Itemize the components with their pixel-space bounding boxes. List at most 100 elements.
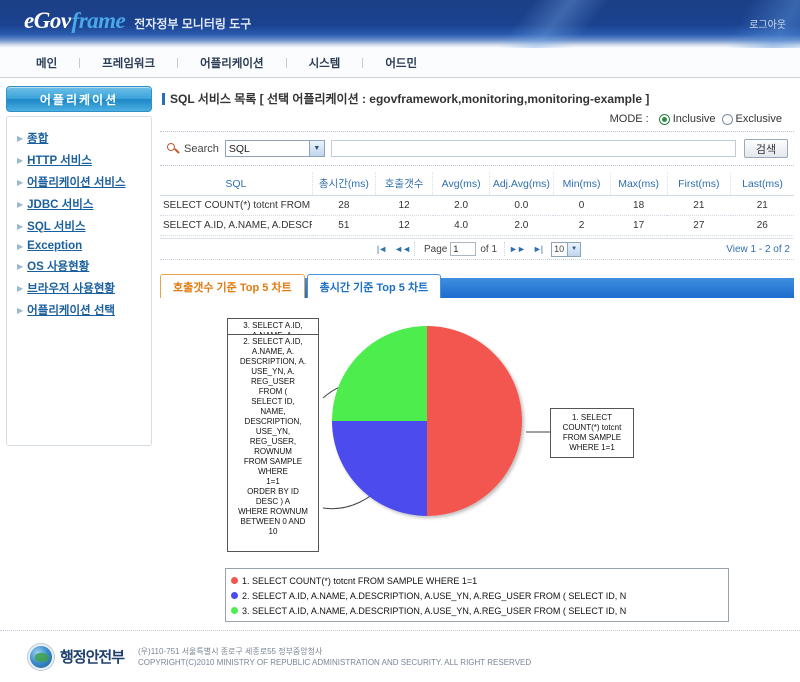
sidebar-item-http-service[interactable]: ▶ HTTP 서비스 xyxy=(13,149,145,171)
column-header-min[interactable]: Min(ms) xyxy=(553,172,610,196)
cell-max: 18 xyxy=(610,196,667,216)
legend-label: 2. SELECT A.ID, A.NAME, A.DESCRIPTION, A… xyxy=(242,591,626,601)
site-logo[interactable]: eGov frame 전자정부 모니터링 도구 xyxy=(24,8,251,34)
government-emblem-icon xyxy=(28,644,54,670)
search-button[interactable]: 검색 xyxy=(744,139,788,158)
search-label: Search xyxy=(184,143,219,155)
cell-sql: SELECT A.ID, A.NAME, A.DESCRIPTI xyxy=(160,216,312,236)
search-icon-handle xyxy=(174,148,179,153)
chart-tabs: 호출갯수 기준 Top 5 차트 총시간 기준 Top 5 차트 xyxy=(160,274,794,298)
sidebar-item-browser-usage[interactable]: ▶ 브라우저 사용현황 xyxy=(13,277,145,299)
radio-inclusive[interactable] xyxy=(659,114,670,125)
tab-top5-by-total-time[interactable]: 총시간 기준 Top 5 차트 xyxy=(307,274,442,298)
table-header-row: SQL 총시간(ms) 호출갯수 Avg(ms) Adj.Avg(ms) Min… xyxy=(160,172,794,196)
nav-item-application[interactable]: 어플리케이션 xyxy=(178,55,285,71)
search-input[interactable] xyxy=(331,140,736,157)
page-input-group: Page of 1 xyxy=(414,242,505,256)
cell-min: 0 xyxy=(553,196,610,216)
pie-callout-slice-1: 1. SELECT COUNT(*) totcnt FROM SAMPLE WH… xyxy=(550,408,634,458)
logout-link[interactable]: 로그아웃 xyxy=(749,16,786,31)
page-number-input[interactable] xyxy=(450,242,476,256)
logo-text-egov: eGov xyxy=(24,8,71,34)
sidebar-menu: ▶ 종합 ▶ HTTP 서비스 ▶ 어플리케이션 서비스 ▶ JDBC 서비스 … xyxy=(6,116,152,446)
sidebar-item-label: OS 사용현황 xyxy=(27,258,89,274)
nav-item-admin[interactable]: 어드민 xyxy=(363,55,439,71)
logo-text-frame: frame xyxy=(72,8,126,34)
page-body: 어플리케이션 ▶ 종합 ▶ HTTP 서비스 ▶ 어플리케이션 서비스 ▶ JD… xyxy=(0,78,800,622)
column-header-total[interactable]: 총시간(ms) xyxy=(312,172,375,196)
sidebar-item-label: SQL 서비스 xyxy=(27,218,85,234)
sidebar-item-jdbc-service[interactable]: ▶ JDBC 서비스 xyxy=(13,193,145,215)
sidebar-item-sql-service[interactable]: ▶ SQL 서비스 xyxy=(13,215,145,237)
cell-adjavg: 0.0 xyxy=(490,196,553,216)
site-footer: 행정안전부 (우)110-751 서울특별시 종로구 세종로55 정부중앙청사 … xyxy=(0,630,800,682)
sidebar-item-application-select[interactable]: ▶ 어플리케이션 선택 xyxy=(13,299,145,321)
pie-chart-area: 3. SELECT A.ID, A.NAME, A. 2. SELECT A.I… xyxy=(160,312,794,562)
column-header-sql[interactable]: SQL xyxy=(160,172,312,196)
search-field-select[interactable]: SQL ▼ xyxy=(225,140,325,157)
chevron-right-icon: ▶ xyxy=(17,284,23,293)
prev-page-icon[interactable]: ◄◄ xyxy=(390,244,414,254)
sidebar-item-overview[interactable]: ▶ 종합 xyxy=(13,127,145,149)
footer-organization: 행정안전부 xyxy=(60,646,124,667)
first-page-icon[interactable]: |◄ xyxy=(373,244,390,254)
pie-chart[interactable] xyxy=(332,326,522,516)
column-header-last[interactable]: Last(ms) xyxy=(731,172,794,196)
footer-address: (우)110-751 서울특별시 종로구 세종로55 정부중앙청사 xyxy=(138,646,531,657)
sql-service-table: SQL 총시간(ms) 호출갯수 Avg(ms) Adj.Avg(ms) Min… xyxy=(160,172,794,236)
page-size-select[interactable]: 10 ▼ xyxy=(551,242,581,257)
radio-inclusive-label: Inclusive xyxy=(673,113,716,125)
legend-color-swatch xyxy=(231,592,238,599)
nav-item-main[interactable]: 메인 xyxy=(14,55,79,71)
sidebar-item-os-usage[interactable]: ▶ OS 사용현황 xyxy=(13,255,145,277)
page-total-label: of 1 xyxy=(480,244,497,255)
column-header-first[interactable]: First(ms) xyxy=(667,172,730,196)
radio-exclusive[interactable] xyxy=(722,114,733,125)
chevron-right-icon: ▶ xyxy=(17,200,23,209)
column-header-avg[interactable]: Avg(ms) xyxy=(433,172,490,196)
sidebar-title: 어플리케이션 xyxy=(6,86,152,112)
cell-count: 12 xyxy=(376,216,433,236)
main-content: SQL 서비스 목록 [ 선택 어플리케이션 : egovframework,m… xyxy=(152,86,794,622)
page-size-value: 10 xyxy=(554,244,564,254)
page-title: SQL 서비스 목록 [ 선택 어플리케이션 : egovframework,m… xyxy=(170,90,649,107)
cell-last: 21 xyxy=(731,196,794,216)
column-header-adjavg[interactable]: Adj.Avg(ms) xyxy=(490,172,553,196)
legend-label: 1. SELECT COUNT(*) totcnt FROM SAMPLE WH… xyxy=(242,576,477,586)
logo-subtitle: 전자정부 모니터링 도구 xyxy=(134,15,251,32)
last-page-icon[interactable]: ►| xyxy=(529,244,546,254)
record-range-label: View 1 - 2 of 2 xyxy=(726,244,790,255)
cell-total: 28 xyxy=(312,196,375,216)
radio-exclusive-label: Exclusive xyxy=(736,113,782,125)
chevron-right-icon: ▶ xyxy=(17,306,23,315)
sidebar-item-label: 어플리케이션 선택 xyxy=(27,302,115,318)
next-page-icon[interactable]: ►► xyxy=(505,244,529,254)
chevron-right-icon: ▶ xyxy=(17,262,23,271)
sidebar-item-label: JDBC 서비스 xyxy=(27,196,93,212)
tab-top5-by-call-count[interactable]: 호출갯수 기준 Top 5 차트 xyxy=(160,274,305,298)
cell-min: 2 xyxy=(553,216,610,236)
legend-color-swatch xyxy=(231,577,238,584)
sidebar-item-label: HTTP 서비스 xyxy=(27,152,92,168)
cell-first: 27 xyxy=(667,216,730,236)
column-header-max[interactable]: Max(ms) xyxy=(610,172,667,196)
nav-item-framework[interactable]: 프레임워크 xyxy=(80,55,177,71)
sidebar-item-application-service[interactable]: ▶ 어플리케이션 서비스 xyxy=(13,171,145,193)
cell-avg: 4.0 xyxy=(433,216,490,236)
chevron-down-icon: ▼ xyxy=(567,243,580,256)
mode-selector: MODE : Inclusive Exclusive xyxy=(160,107,794,125)
table-row[interactable]: SELECT A.ID, A.NAME, A.DESCRIPTI 51 12 4… xyxy=(160,216,794,236)
table-row[interactable]: SELECT COUNT(*) totcnt FROM S 28 12 2.0 … xyxy=(160,196,794,216)
site-header: eGov frame 전자정부 모니터링 도구 로그아웃 xyxy=(0,0,800,48)
search-icon xyxy=(166,142,180,156)
cell-last: 26 xyxy=(731,216,794,236)
chevron-right-icon: ▶ xyxy=(17,222,23,231)
sidebar-item-exception[interactable]: ▶ Exception xyxy=(13,237,145,255)
chevron-right-icon: ▶ xyxy=(17,134,23,143)
page-title-row: SQL 서비스 목록 [ 선택 어플리케이션 : egovframework,m… xyxy=(160,86,794,107)
sidebar: 어플리케이션 ▶ 종합 ▶ HTTP 서비스 ▶ 어플리케이션 서비스 ▶ JD… xyxy=(6,86,152,622)
legend-item: 2. SELECT A.ID, A.NAME, A.DESCRIPTION, A… xyxy=(231,588,728,603)
nav-item-system[interactable]: 시스템 xyxy=(287,55,363,71)
chevron-right-icon: ▶ xyxy=(17,156,23,165)
column-header-count[interactable]: 호출갯수 xyxy=(376,172,433,196)
